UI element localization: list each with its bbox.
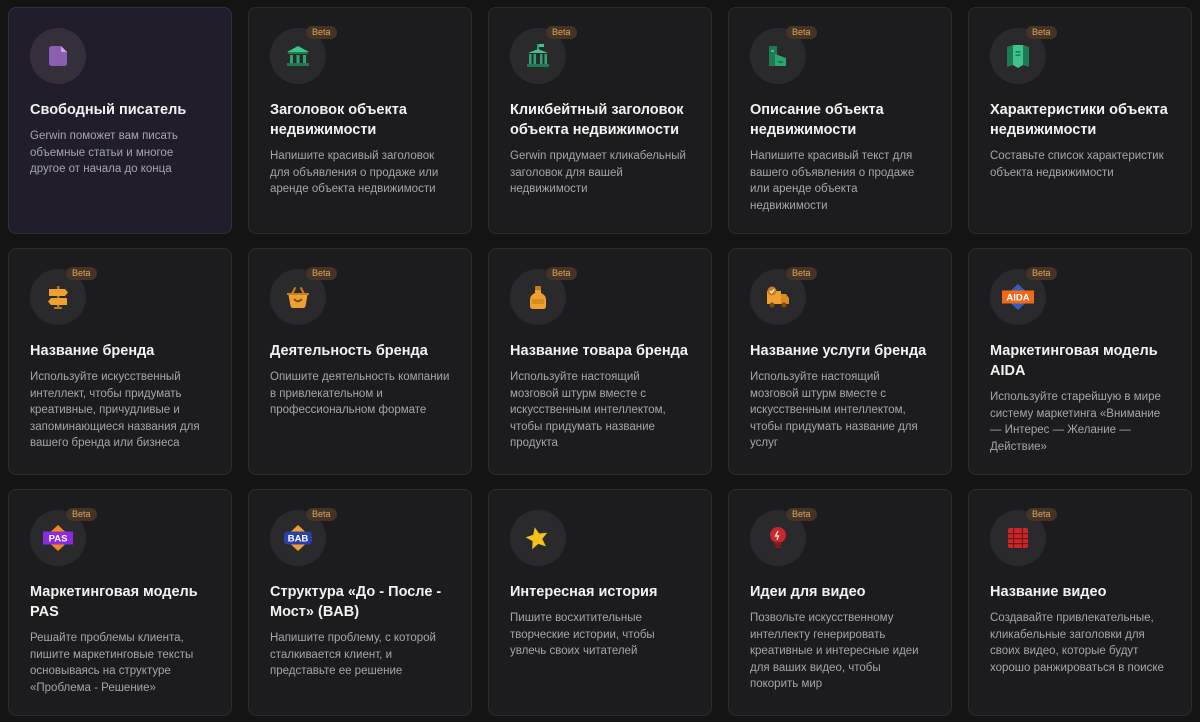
beta-badge: Beta bbox=[306, 267, 337, 280]
card-video-ideas[interactable]: Beta Идеи для видео Позвольте искусствен… bbox=[728, 489, 952, 716]
aida-badge-text: AIDA bbox=[1006, 293, 1029, 304]
beta-badge: Beta bbox=[786, 267, 817, 280]
star-icon bbox=[510, 510, 566, 566]
card-title: Описание объекта недвижимости bbox=[750, 102, 884, 138]
card-description: Позвольте искусственному интеллекту гене… bbox=[750, 612, 919, 691]
card-title: Свободный писатель bbox=[30, 102, 187, 118]
beta-badge: Beta bbox=[786, 508, 817, 521]
card-title: Идеи для видео bbox=[750, 584, 866, 600]
card-description: Опишите деятельность компании в привлека… bbox=[270, 371, 450, 417]
card-brand-activity[interactable]: Beta Деятельность бренда Опишите деятель… bbox=[248, 248, 472, 475]
card-title: Название товара бренда bbox=[510, 343, 688, 359]
card-property-features[interactable]: Beta Характеристики объекта недвижимости… bbox=[968, 7, 1192, 234]
card-free-writer[interactable]: Свободный писатель Gerwin поможет вам пи… bbox=[8, 7, 232, 234]
pas-badge-icon: PAS Beta bbox=[30, 508, 97, 566]
beta-badge: Beta bbox=[546, 26, 577, 39]
card-title: Характеристики объекта недвижимости bbox=[990, 102, 1168, 138]
card-description: Используйте настоящий мозговой штурм вме… bbox=[750, 371, 918, 450]
beta-badge: Beta bbox=[1026, 26, 1057, 39]
card-clickbait-property-title[interactable]: Beta Кликбейтный заголовок объекта недви… bbox=[488, 7, 712, 234]
card-description: Используйте искусственный интеллект, что… bbox=[30, 371, 200, 450]
beta-badge: Beta bbox=[66, 267, 97, 280]
beta-badge: Beta bbox=[306, 508, 337, 521]
map-pin-icon: Beta bbox=[990, 26, 1057, 84]
card-title: Интересная история bbox=[510, 584, 658, 600]
template-grid: Свободный писатель Gerwin поможет вам пи… bbox=[8, 7, 1192, 716]
beta-badge: Beta bbox=[1026, 267, 1057, 280]
bank-building-icon: Beta bbox=[270, 26, 337, 84]
card-brand-service-name[interactable]: Beta Название услуги бренда Используйте … bbox=[728, 248, 952, 475]
card-aida-model[interactable]: AIDA Beta Маркетинговая модель AIDA Испо… bbox=[968, 248, 1192, 475]
card-description: Напишите красивый текст для вашего объяв… bbox=[750, 150, 915, 212]
card-title: Маркетинговая модель PAS bbox=[30, 584, 198, 620]
delivery-truck-icon: Beta bbox=[750, 267, 817, 325]
card-title: Маркетинговая модель AIDA bbox=[990, 343, 1158, 379]
lightbulb-icon: Beta bbox=[750, 508, 817, 566]
card-title: Кликбейтный заголовок объекта недвижимос… bbox=[510, 102, 684, 138]
card-description: Составьте список характеристик объекта н… bbox=[990, 150, 1164, 179]
card-description: Gerwin поможет вам писать объемные стать… bbox=[30, 130, 178, 176]
film-icon: Beta bbox=[990, 508, 1057, 566]
bab-badge-text: BAB bbox=[288, 534, 309, 545]
card-description: Напишите проблему, с которой сталкиваетс… bbox=[270, 632, 436, 678]
beta-badge: Beta bbox=[1026, 508, 1057, 521]
card-property-title[interactable]: Beta Заголовок объекта недвижимости Напи… bbox=[248, 7, 472, 234]
card-brand-product-name[interactable]: Beta Название товара бренда Используйте … bbox=[488, 248, 712, 475]
card-description: Пишите восхитительные творческие истории… bbox=[510, 612, 655, 658]
beta-badge: Beta bbox=[786, 26, 817, 39]
card-bab-structure[interactable]: BAB Beta Структура «До - После - Мост» (… bbox=[248, 489, 472, 716]
card-brand-name[interactable]: Beta Название бренда Используйте искусст… bbox=[8, 248, 232, 475]
beta-badge: Beta bbox=[306, 26, 337, 39]
card-interesting-story[interactable]: Интересная история Пишите восхитительные… bbox=[488, 489, 712, 716]
beta-badge: Beta bbox=[546, 267, 577, 280]
card-title: Название услуги бренда bbox=[750, 343, 927, 359]
signpost-icon: Beta bbox=[30, 267, 97, 325]
card-description: Используйте старейшую в мире систему мар… bbox=[990, 391, 1161, 453]
card-video-title[interactable]: Beta Название видео Создавайте привлекат… bbox=[968, 489, 1192, 716]
card-title: Деятельность бренда bbox=[270, 343, 428, 359]
card-description: Создавайте привлекательные, кликабельные… bbox=[990, 612, 1164, 674]
aida-badge-icon: AIDA Beta bbox=[990, 267, 1057, 325]
basket-icon: Beta bbox=[270, 267, 337, 325]
card-title: Название бренда bbox=[30, 343, 155, 359]
pas-badge-text: PAS bbox=[49, 534, 68, 545]
columns-building-icon: Beta bbox=[510, 26, 577, 84]
card-description: Используйте настоящий мозговой штурм вме… bbox=[510, 371, 666, 450]
card-description: Решайте проблемы клиента, пишите маркети… bbox=[30, 632, 194, 694]
card-description: Напишите красивый заголовок для объявлен… bbox=[270, 150, 439, 196]
bottle-icon: Beta bbox=[510, 267, 577, 325]
card-description: Gerwin придумает кликабельный заголовок … bbox=[510, 150, 686, 196]
card-pas-model[interactable]: PAS Beta Маркетинговая модель PAS Решайт… bbox=[8, 489, 232, 716]
card-property-description[interactable]: Beta Описание объекта недвижимости Напиш… bbox=[728, 7, 952, 234]
bab-badge-icon: BAB Beta bbox=[270, 508, 337, 566]
card-title: Название видео bbox=[990, 584, 1107, 600]
card-title: Структура «До - После - Мост» (BAB) bbox=[270, 584, 442, 620]
document-icon bbox=[30, 28, 86, 84]
card-title: Заголовок объекта недвижимости bbox=[270, 102, 407, 138]
buildings-icon: Beta bbox=[750, 26, 817, 84]
beta-badge: Beta bbox=[66, 508, 97, 521]
